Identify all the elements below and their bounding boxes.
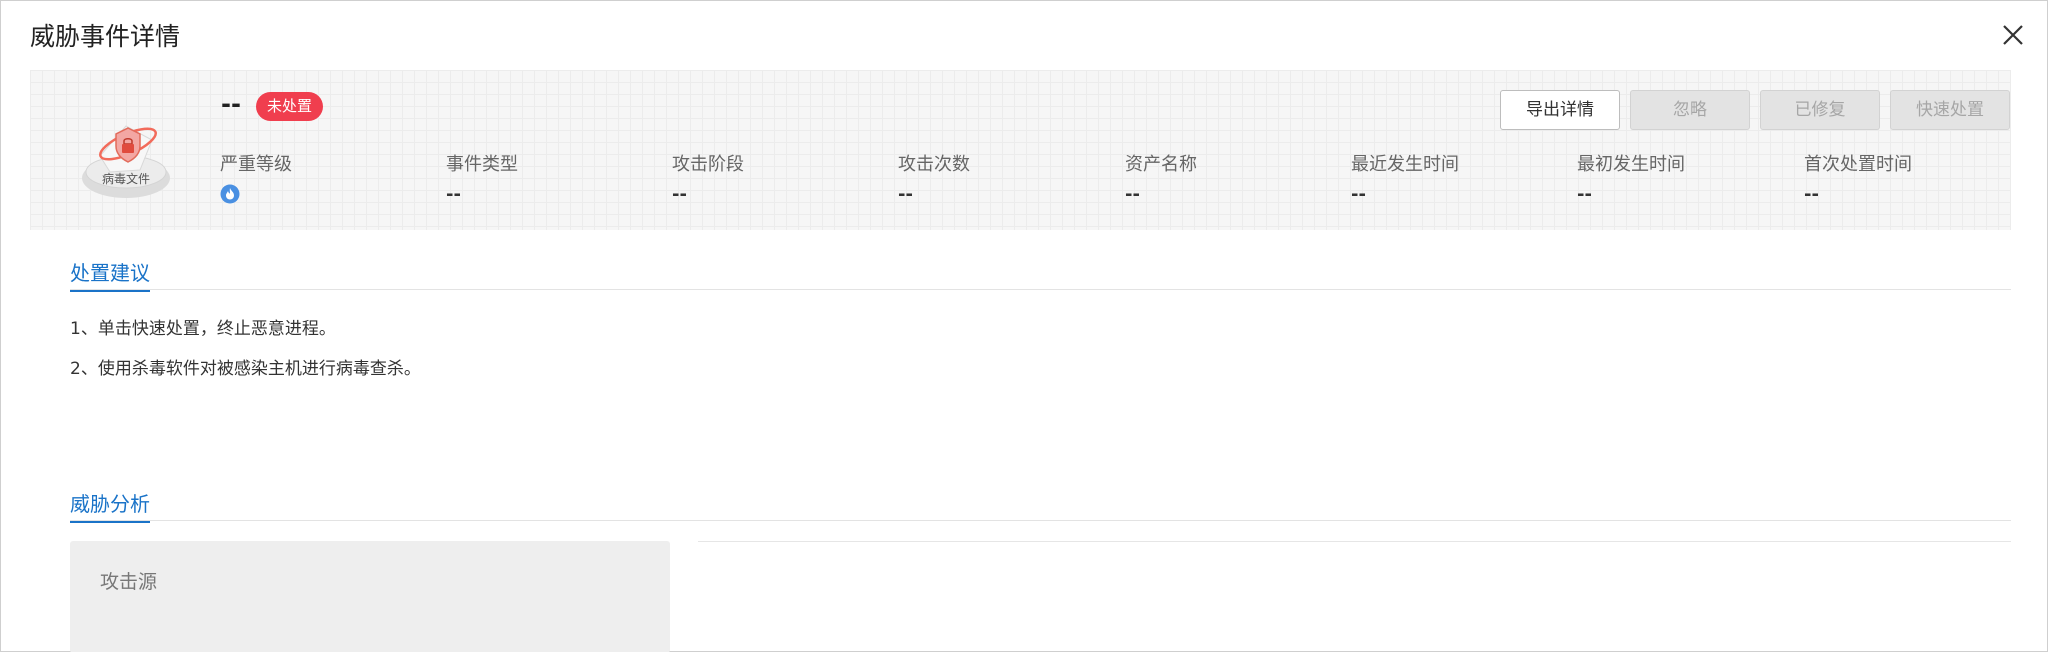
field-label: 攻击次数 [898,154,970,175]
quick-handle-button[interactable]: 快速处置 [1890,90,2010,130]
field-value: -- [446,184,461,205]
field-label: 最近发生时间 [1351,154,1459,175]
advice-item: 1、单击快速处置，终止恶意进程。 [70,319,336,339]
close-icon[interactable] [1997,19,2029,51]
advice-item: 2、使用杀毒软件对被感染主机进行病毒查杀。 [70,359,421,379]
field-label: 最初发生时间 [1577,154,1685,175]
field-first-handled: 首次处置时间 -- [1804,150,2024,205]
field-value: -- [672,184,687,205]
attack-source-title: 攻击源 [100,571,158,593]
field-value: -- [898,184,913,205]
field-severity: 严重等级 [220,150,440,204]
field-last-occurred: 最近发生时间 -- [1351,150,1571,205]
field-label: 严重等级 [220,154,292,175]
field-label: 事件类型 [446,154,518,175]
field-attack-count: 攻击次数 -- [898,150,1118,205]
section-divider [70,520,2011,521]
field-event-type: 事件类型 -- [446,150,666,205]
event-summary-panel: 病毒文件 -- 未处置 导出详情 忽略 已修复 快速处置 严重等级 事件类型 -… [30,70,2011,230]
ignore-button[interactable]: 忽略 [1630,90,1750,130]
field-value: -- [1804,184,1819,205]
export-details-button[interactable]: 导出详情 [1500,90,1620,130]
analysis-divider [698,541,2011,542]
field-value: -- [1125,184,1140,205]
field-first-occurred: 最初发生时间 -- [1577,150,1797,205]
section-divider [70,289,2011,290]
attack-source-card: 攻击源 [70,541,670,652]
tab-handling-advice[interactable]: 处置建议 [70,257,150,292]
virus-file-label: 病毒文件 [101,172,150,186]
field-asset-name: 资产名称 -- [1125,150,1345,205]
mark-repaired-button[interactable]: 已修复 [1760,90,1880,130]
field-label: 攻击阶段 [672,154,744,175]
status-badge: 未处置 [256,92,324,121]
field-label: 资产名称 [1125,154,1197,175]
dialog-title: 威胁事件详情 [30,22,181,51]
flame-icon [220,184,240,204]
event-name: -- [221,90,241,118]
virus-file-icon: 病毒文件 [74,104,178,204]
field-attack-stage: 攻击阶段 -- [672,150,892,205]
field-label: 首次处置时间 [1804,154,1912,175]
field-value: -- [1351,184,1366,205]
field-value: -- [1577,184,1592,205]
tab-threat-analysis[interactable]: 威胁分析 [70,488,150,523]
threat-detail-dialog: 威胁事件详情 病毒文件 -- 未处置 导出详情 忽略 已修复 快速处置 严重等级 [0,0,2048,652]
